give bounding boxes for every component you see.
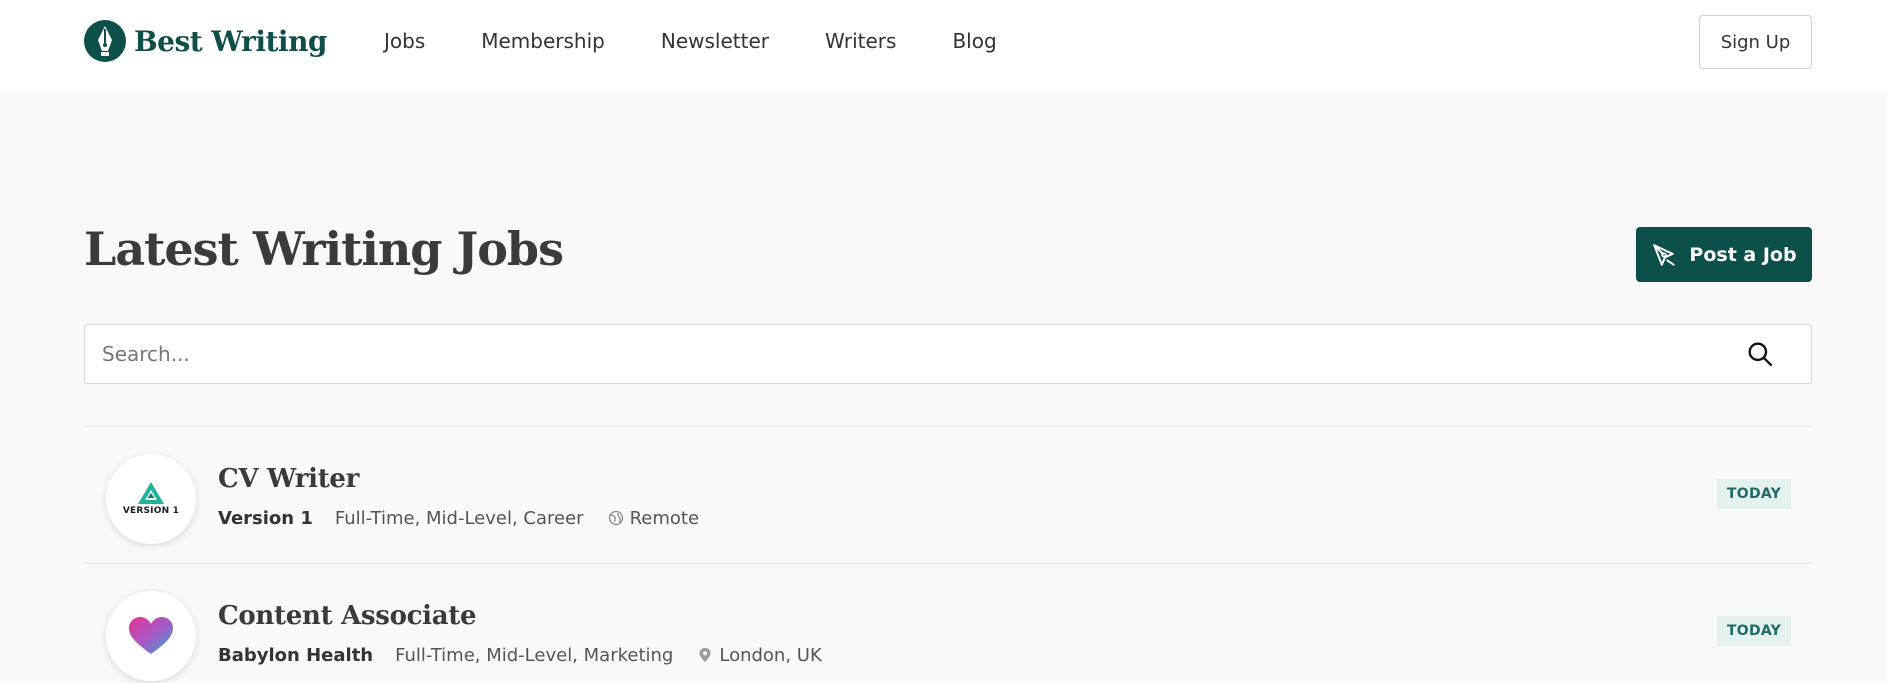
job-row[interactable]: Content Associate Babylon Health Full-Ti… [84,563,1812,683]
job-row[interactable]: VERSION 1 CV Writer Version 1 Full-Time,… [84,426,1812,562]
sign-up-button[interactable]: Sign Up [1699,15,1812,69]
job-meta: Babylon Health Full-Time, Mid-Level, Mar… [218,643,822,667]
job-location: London, UK [697,644,822,666]
search-bar [84,324,1812,384]
map-pin-icon [699,648,711,662]
posted-badge: TODAY [1717,616,1791,646]
nav-newsletter[interactable]: Newsletter [661,26,769,56]
job-location: Remote [608,508,699,529]
job-meta: Version 1 Full-Time, Mid-Level, Career R… [218,506,699,530]
job-title[interactable]: Content Associate [218,601,477,631]
site-header: Best Writing Jobs Membership Newsletter … [0,0,1887,90]
company-name: Babylon Health [218,644,374,666]
location-label: Remote [629,507,700,529]
heart-logo-icon [129,617,173,654]
post-job-button[interactable]: Post a Job [1636,227,1812,282]
company-logo-text: VERSION 1 [122,506,180,516]
globe-icon [608,510,623,526]
location-label: London, UK [719,644,822,666]
triangle-logo-icon [138,482,164,504]
pen-nib-logo-icon [84,20,126,62]
company-logo-babylon [106,591,196,681]
pen-tool-icon [1653,243,1676,266]
page-title: Latest Writing Jobs [84,222,564,276]
nav-blog[interactable]: Blog [952,26,996,56]
brand-name: Best Writing [134,24,328,58]
search-input[interactable] [85,325,1725,383]
post-job-label: Post a Job [1689,243,1797,266]
nav-writers[interactable]: Writers [825,26,896,56]
main-nav: Jobs Membership Newsletter Writers Blog [384,26,1053,56]
nav-membership[interactable]: Membership [481,26,605,56]
job-tags: Full-Time, Mid-Level, Career [334,507,584,529]
search-icon[interactable] [1747,341,1773,367]
posted-badge: TODAY [1717,479,1791,509]
job-title[interactable]: CV Writer [218,464,359,494]
nav-jobs[interactable]: Jobs [384,26,425,56]
brand-logo[interactable]: Best Writing [84,20,328,62]
company-logo-version1: VERSION 1 [106,454,196,544]
job-tags: Full-Time, Mid-Level, Marketing [395,644,674,666]
company-name: Version 1 [218,507,313,529]
